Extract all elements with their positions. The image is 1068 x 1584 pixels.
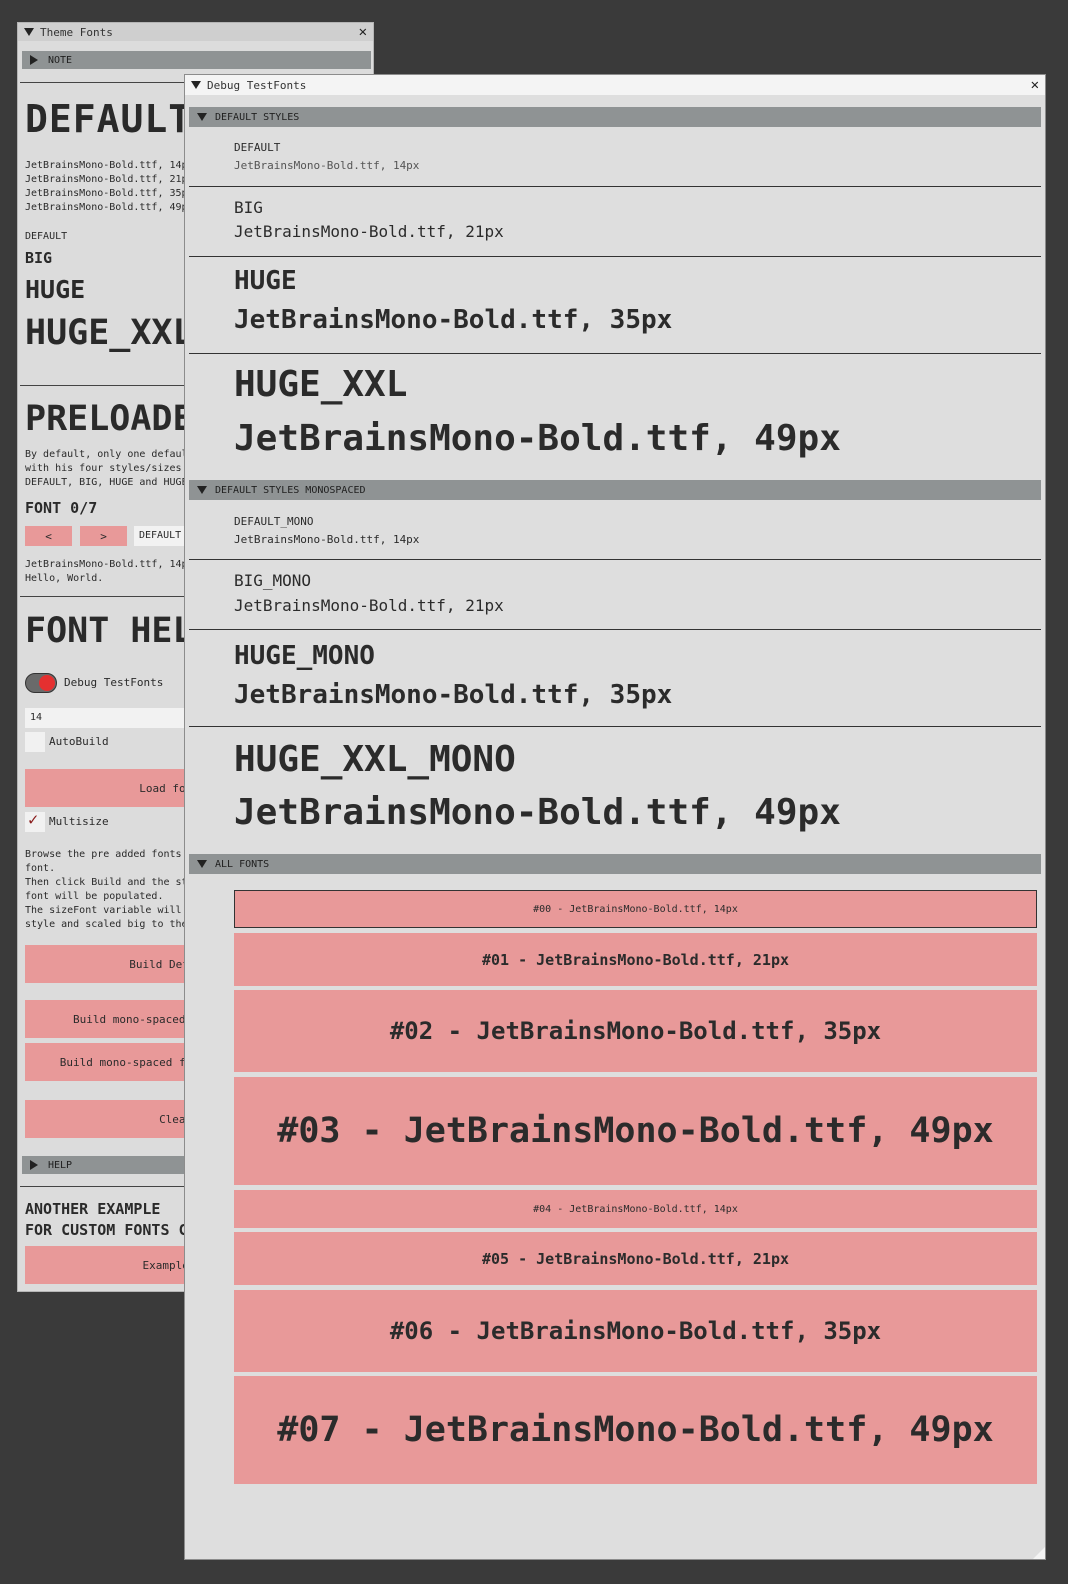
style-default-label: DEFAULT (25, 231, 68, 242)
help-header-label: HELP (48, 1159, 73, 1171)
style-huge-name: HUGE (234, 266, 297, 296)
style-huge-xxl-mono-font: JetBrainsMono-Bold.ttf, 49px (234, 792, 841, 833)
style-big-name: BIG (234, 198, 263, 217)
debug-toggle[interactable] (25, 673, 57, 693)
font-button-00[interactable]: #00 - JetBrainsMono-Bold.ttf, 14px (234, 890, 1037, 928)
collapse-triangle-icon[interactable] (191, 81, 201, 89)
font-line-0: JetBrainsMono-Bold.ttf, 14px (25, 160, 194, 171)
font-button-04[interactable]: #04 - JetBrainsMono-Bold.ttf, 14px (234, 1190, 1037, 1228)
font-line-1: JetBrainsMono-Bold.ttf, 21px (25, 174, 194, 185)
mono-styles-header-label: DEFAULT STYLES MONOSPACED (215, 484, 366, 496)
prev-font-button[interactable]: < (25, 526, 72, 546)
close-icon[interactable]: ✕ (1031, 75, 1039, 95)
collapse-triangle-icon (197, 113, 207, 121)
browse-desc-1: font. (25, 863, 56, 874)
style-huge-xxl-mono-name: HUGE_XXL_MONO (234, 739, 516, 780)
style-big-mono-name: BIG_MONO (234, 571, 312, 590)
font-button-07[interactable]: #07 - JetBrainsMono-Bold.ttf, 49px (234, 1376, 1037, 1484)
font-button-01[interactable]: #01 - JetBrainsMono-Bold.ttf, 21px (234, 933, 1037, 986)
font-line-3: JetBrainsMono-Bold.ttf, 49px (25, 202, 194, 213)
style-huge-xxl-font: JetBrainsMono-Bold.ttf, 49px (234, 418, 841, 459)
divider (189, 256, 1041, 257)
expand-triangle-icon (30, 55, 38, 65)
default-styles-header[interactable]: DEFAULT STYLES (189, 107, 1041, 127)
font-button-05[interactable]: #05 - JetBrainsMono-Bold.ttf, 21px (234, 1232, 1037, 1285)
window-title: Debug TestFonts (207, 78, 307, 92)
font-button-03[interactable]: #03 - JetBrainsMono-Bold.ttf, 49px (234, 1077, 1037, 1185)
divider (189, 726, 1041, 727)
collapse-triangle-icon (197, 860, 207, 868)
font-line-2: JetBrainsMono-Bold.ttf, 35px (25, 188, 194, 199)
note-header-label: NOTE (48, 54, 73, 66)
style-big-font: JetBrainsMono-Bold.ttf, 21px (234, 222, 504, 241)
expand-triangle-icon (30, 1160, 38, 1170)
collapse-triangle-icon[interactable] (24, 28, 34, 36)
style-huge-mono-font: JetBrainsMono-Bold.ttf, 35px (234, 680, 673, 710)
font-button-02[interactable]: #02 - JetBrainsMono-Bold.ttf, 35px (234, 990, 1037, 1072)
collapse-triangle-icon (197, 486, 207, 494)
toggle-knob (39, 675, 55, 691)
font-button-06[interactable]: #06 - JetBrainsMono-Bold.ttf, 35px (234, 1290, 1037, 1372)
style-big-mono-font: JetBrainsMono-Bold.ttf, 21px (234, 596, 504, 615)
font-select-value: DEFAULT (139, 530, 182, 541)
divider (189, 629, 1041, 630)
multisize-label: Multisize (49, 815, 109, 828)
close-icon[interactable]: ✕ (359, 23, 367, 41)
debug-toggle-label: Debug TestFonts (64, 676, 164, 689)
style-default-mono-name: DEFAULT_MONO (234, 515, 314, 528)
note-header[interactable]: NOTE (22, 51, 371, 69)
style-huge-xxl-label: HUGE_XXL (25, 313, 194, 353)
default-styles-header-label: DEFAULT STYLES (215, 111, 300, 123)
divider (189, 559, 1041, 560)
sample-text: Hello, World. (25, 573, 104, 584)
checkmark-icon: ✓ (28, 810, 39, 830)
multisize-checkbox[interactable]: ✓ (25, 810, 45, 832)
debug-testfonts-titlebar[interactable]: Debug TestFonts ✕ (185, 75, 1045, 95)
style-default-name: DEFAULT (234, 141, 281, 154)
style-default-mono-font: JetBrainsMono-Bold.ttf, 14px (234, 533, 420, 546)
sample-font-label: JetBrainsMono-Bold.ttf, 14px (25, 559, 194, 570)
debug-testfonts-window: Debug TestFonts ✕ DEFAULT STYLES DEFAULT… (184, 74, 1046, 1560)
another-example-0: ANOTHER EXAMPLE (25, 1200, 161, 1218)
style-huge-xxl-name: HUGE_XXL (234, 364, 408, 405)
style-huge-font: JetBrainsMono-Bold.ttf, 35px (234, 305, 673, 335)
all-fonts-header[interactable]: ALL FONTS (189, 854, 1041, 874)
resize-grip-icon[interactable] (1033, 1547, 1045, 1559)
font-counter: FONT 0/7 (25, 499, 98, 517)
style-default-font: JetBrainsMono-Bold.ttf, 14px (234, 159, 420, 172)
style-big-label: BIG (25, 249, 53, 267)
browse-desc-3: font will be populated. (25, 891, 164, 902)
all-fonts-header-label: ALL FONTS (215, 858, 270, 870)
theme-fonts-titlebar[interactable]: Theme Fonts ✕ (18, 23, 373, 41)
mono-styles-header[interactable]: DEFAULT STYLES MONOSPACED (189, 480, 1041, 500)
divider (189, 186, 1041, 187)
autobuild-checkbox[interactable] (25, 732, 45, 752)
window-title: Theme Fonts (40, 25, 113, 39)
next-font-button[interactable]: > (80, 526, 127, 546)
divider (189, 353, 1041, 354)
size-font-input[interactable]: 14 (25, 708, 205, 728)
style-huge-mono-name: HUGE_MONO (234, 641, 375, 671)
style-huge-label: HUGE (25, 275, 86, 304)
autobuild-label: AutoBuild (49, 735, 109, 748)
